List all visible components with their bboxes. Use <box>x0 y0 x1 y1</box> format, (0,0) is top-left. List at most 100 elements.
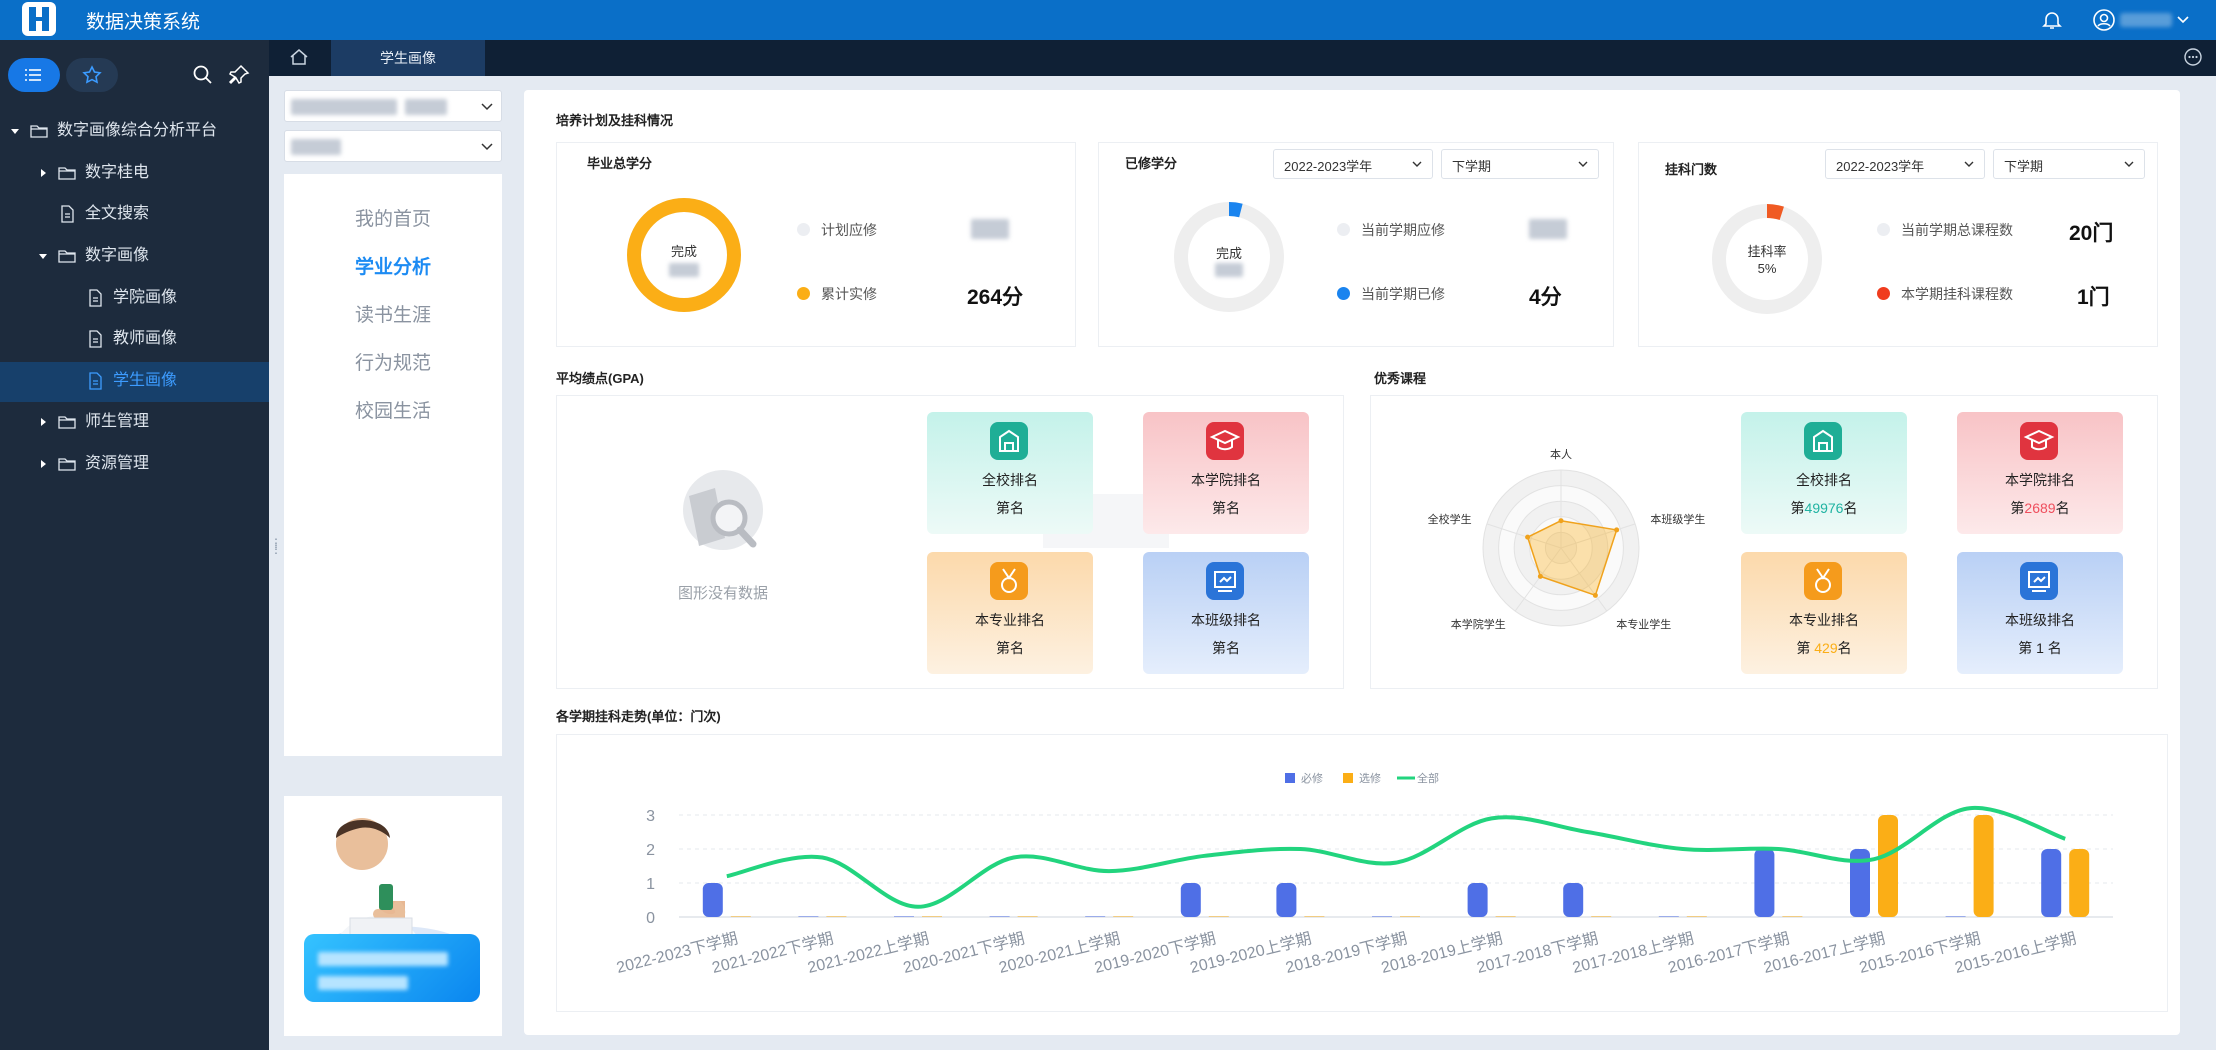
year-select[interactable]: 2022-2023学年 <box>1273 149 1433 179</box>
chevron-down-icon <box>1964 161 1974 167</box>
excellent-card: 本人 本班级学生 本专业学生 本学院学生 全校学生 全校排名 第49976名 本学院排名… <box>1370 395 2158 689</box>
home-icon[interactable] <box>288 46 310 68</box>
search-icon[interactable] <box>190 62 216 88</box>
caret-right-icon <box>41 460 46 468</box>
card-title: 毕业总学分 <box>587 156 653 171</box>
folder-icon <box>58 458 76 471</box>
year-select[interactable]: 2022-2023学年 <box>1825 149 1985 179</box>
redacted-value <box>971 219 1009 239</box>
card-title: 已修学分 <box>1125 156 1178 171</box>
redacted-text <box>1215 263 1243 277</box>
school-rank-card[interactable]: 全校排名 第49976名 <box>1741 412 1907 534</box>
bar-required <box>798 916 819 917</box>
pin-icon[interactable] <box>226 62 252 88</box>
rank-value: 第 1 名 <box>2018 640 2062 656</box>
promo-button[interactable] <box>304 934 480 1002</box>
class-select[interactable] <box>284 130 502 162</box>
done-label: 当前学期已修 <box>1361 286 1445 302</box>
gpa-card: 图形没有数据 全校排名 第名 本学院排名 第名 本专业排名 第名 本班级排名 第… <box>556 395 1344 689</box>
bar-required <box>1372 916 1392 917</box>
college-rank-card[interactable]: 本学院排名 第名 <box>1143 412 1309 534</box>
tree-item-fulltext-search[interactable]: 全文搜索 <box>0 196 269 232</box>
major-rank-card[interactable]: 本专业排名 第名 <box>927 552 1093 674</box>
legend-dot <box>797 287 810 300</box>
term-select[interactable]: 下学期 <box>1993 149 2145 179</box>
list-view-button[interactable] <box>8 58 60 92</box>
legend-label: 全部 <box>1417 771 1439 785</box>
folder-icon <box>30 125 48 138</box>
tree-item-digital-portrait[interactable]: 数字画像 <box>0 238 269 274</box>
caret-right-icon <box>41 418 46 426</box>
bar-elective <box>1495 916 1516 917</box>
rank-title: 全校排名 <box>982 472 1038 488</box>
rank-value: 第名 <box>996 500 1024 516</box>
radar-label: 本专业学生 <box>1616 617 1671 631</box>
graduation-cap-icon <box>2020 422 2058 460</box>
failed-courses-label: 本学期挂科课程数 <box>1901 286 2013 302</box>
tree-item-label: 师生管理 <box>85 413 150 430</box>
nav-my-home[interactable]: 我的首页 <box>284 204 502 231</box>
folder-icon <box>58 250 76 263</box>
tree-item-student-portrait[interactable]: 学生画像 <box>0 363 269 399</box>
chevron-down-icon[interactable] <box>2176 9 2190 29</box>
legend-swatch <box>1343 773 1353 783</box>
tree-item-label: 数字画像 <box>85 247 150 264</box>
legend-label: 必修 <box>1301 771 1323 785</box>
user-name-redacted[interactable] <box>2120 13 2172 27</box>
college-rank-card[interactable]: 本学院排名 第2689名 <box>1957 412 2123 534</box>
folder-icon <box>58 167 76 180</box>
planned-label: 计划应修 <box>821 222 877 238</box>
fail-trend-chart: 必修 选修 全部01232022-2023下学期2021-2022下学期2021-2… <box>615 771 2113 977</box>
more-tabs-icon[interactable] <box>2182 46 2204 68</box>
caret-right-icon <box>41 169 46 177</box>
chevron-down-icon <box>1412 161 1422 167</box>
class-rank-card[interactable]: 本班级排名 第 1 名 <box>1957 552 2123 674</box>
tree-item-college-portrait[interactable]: 学院画像 <box>0 280 269 316</box>
favorites-button[interactable] <box>66 58 118 92</box>
term-select[interactable]: 下学期 <box>1441 149 1599 179</box>
bar-elective <box>2069 849 2090 917</box>
tree-item-digital-guidian[interactable]: 数字桂电 <box>0 155 269 191</box>
section-title-excellent: 优秀课程 <box>1374 371 1427 386</box>
donut-center-label: 完成 <box>1215 246 1242 261</box>
nav-campus-life[interactable]: 校园生活 <box>284 396 502 423</box>
legend-dot <box>1337 223 1350 236</box>
user-avatar-icon[interactable] <box>2092 8 2116 32</box>
rank-title: 本专业排名 <box>1789 612 1859 628</box>
splitter-handle[interactable]: ⋮ ⋮ <box>270 537 282 558</box>
y-tick-label: 3 <box>646 808 655 825</box>
student-select[interactable] <box>284 90 502 122</box>
tree-item-teacher-portrait[interactable]: 教师画像 <box>0 321 269 357</box>
nav-reading-career[interactable]: 读书生涯 <box>284 300 502 327</box>
nav-behavior-norms[interactable]: 行为规范 <box>284 348 502 375</box>
bar-elective <box>730 916 751 917</box>
radar-point <box>1558 518 1564 524</box>
no-data-text: 图形没有数据 <box>677 585 768 602</box>
radar-label: 全校学生 <box>1428 512 1472 526</box>
tab-student-portrait[interactable]: 学生画像 <box>331 40 485 76</box>
tree-item-label: 学院画像 <box>113 289 178 306</box>
class-rank-card[interactable]: 本班级排名 第名 <box>1143 552 1309 674</box>
rank-title: 本班级排名 <box>2005 612 2075 628</box>
tree-item-resource-mgmt[interactable]: 资源管理 <box>0 446 269 482</box>
failed-courses-card: 挂科门数 2022-2023学年 下学期 挂科率 5% 当前学期总课程数 20门… <box>1638 142 2158 347</box>
major-rank-card[interactable]: 本专业排名 第 429名 <box>1741 552 1907 674</box>
redacted-text <box>291 139 341 155</box>
school-rank-card[interactable]: 全校排名 第名 <box>927 412 1093 534</box>
should-label: 当前学期应修 <box>1361 222 1445 238</box>
legend-dot <box>1877 223 1890 236</box>
document-icon <box>89 289 102 307</box>
tree-item-platform[interactable]: 数字画像综合分析平台 <box>0 113 269 149</box>
redacted-text <box>318 952 448 966</box>
bar-elective <box>1973 815 1994 917</box>
redacted-value <box>1529 219 1567 239</box>
rank-value: 第名 <box>996 640 1024 656</box>
bar-elective <box>1591 916 1612 917</box>
medal-icon <box>1804 562 1842 600</box>
rank-title: 全校排名 <box>1796 472 1852 488</box>
bell-icon[interactable] <box>2040 8 2064 32</box>
nav-academic-analysis[interactable]: 学业分析 <box>284 252 502 279</box>
chevron-down-icon <box>481 143 493 151</box>
tree-item-teacher-student-mgmt[interactable]: 师生管理 <box>0 404 269 440</box>
promo-card <box>284 796 502 1036</box>
